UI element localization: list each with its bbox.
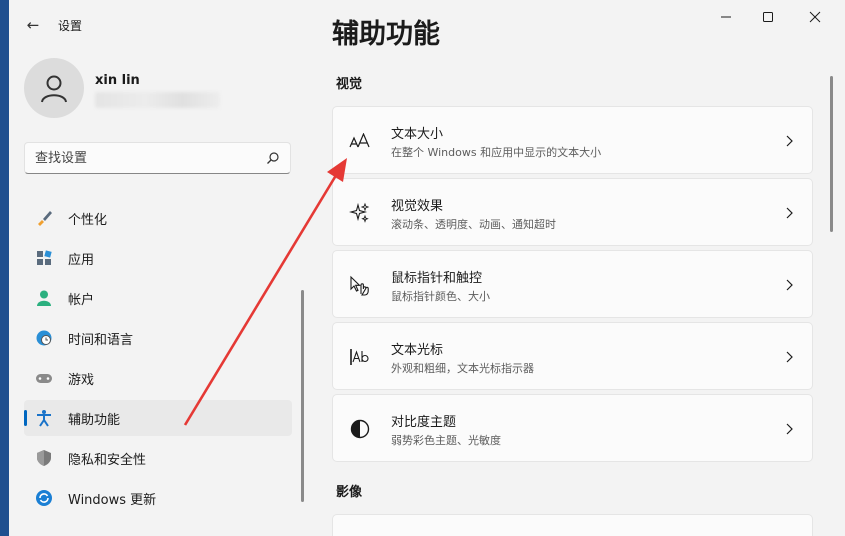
update-icon bbox=[35, 489, 53, 507]
account-icon bbox=[35, 289, 53, 307]
card-title: 视觉效果 bbox=[391, 199, 444, 214]
sidebar-item-gaming[interactable]: 游戏 bbox=[24, 360, 292, 396]
close-button[interactable] bbox=[804, 8, 826, 26]
sidebar-item-label: 个性化 bbox=[68, 212, 108, 228]
back-button[interactable]: ← bbox=[23, 15, 43, 35]
card-visual-effects[interactable]: 视觉效果 滚动条、透明度、动画、通知超时 bbox=[332, 178, 813, 246]
sidebar-scrollbar[interactable] bbox=[301, 290, 304, 502]
search-input[interactable] bbox=[25, 143, 245, 173]
sidebar-item-label: 游戏 bbox=[68, 372, 95, 388]
card-title: 鼠标指针和触控 bbox=[391, 271, 483, 286]
text-size-icon bbox=[349, 130, 371, 152]
apps-icon bbox=[35, 249, 53, 267]
app-title: 设置 bbox=[58, 19, 83, 33]
shield-icon bbox=[35, 449, 53, 467]
chevron-right-icon bbox=[786, 135, 793, 147]
card-description: 滚动条、透明度、动画、通知超时 bbox=[391, 218, 556, 231]
sidebar-item-label: 辅助功能 bbox=[68, 412, 121, 428]
card-mouse-pointer-touch[interactable]: 鼠标指针和触控 鼠标指针颜色、大小 bbox=[332, 250, 813, 318]
text-cursor-icon bbox=[349, 346, 371, 368]
section-label-vision: 视觉 bbox=[336, 77, 363, 92]
card-text-cursor[interactable]: 文本光标 外观和粗细，文本光标指示器 bbox=[332, 322, 813, 390]
minimize-button[interactable] bbox=[715, 8, 737, 26]
page-title: 辅助功能 bbox=[332, 19, 440, 50]
chevron-right-icon bbox=[786, 423, 793, 435]
card-text-size[interactable]: 文本大小 在整个 Windows 和应用中显示的文本大小 bbox=[332, 106, 813, 174]
maximize-icon bbox=[763, 12, 773, 22]
sidebar-item-privacy-security[interactable]: 隐私和安全性 bbox=[24, 440, 292, 476]
user-email-redacted bbox=[95, 92, 220, 108]
pointer-touch-icon bbox=[349, 274, 371, 296]
sidebar-item-label: 帐户 bbox=[68, 292, 95, 308]
chevron-right-icon bbox=[786, 207, 793, 219]
sparkle-icon bbox=[349, 202, 371, 224]
sidebar-item-apps[interactable]: 应用 bbox=[24, 240, 292, 276]
card-partial[interactable] bbox=[332, 514, 813, 536]
arrow-left-icon: ← bbox=[26, 16, 40, 34]
card-description: 外观和粗细，文本光标指示器 bbox=[391, 362, 534, 375]
person-icon bbox=[41, 75, 67, 103]
card-title: 对比度主题 bbox=[391, 415, 457, 430]
sidebar-nav: 个性化 应用 帐户 时间和语言 游戏 辅助功能 隐私和安全性 Windows 更… bbox=[24, 200, 292, 520]
gamepad-icon bbox=[35, 369, 53, 387]
contrast-icon bbox=[349, 418, 371, 440]
sidebar-item-label: Windows 更新 bbox=[68, 492, 157, 508]
user-name: xin lin bbox=[95, 73, 140, 88]
settings-window: ← 设置 xin lin 个性化 bbox=[9, 0, 845, 536]
sidebar-item-personalization[interactable]: 个性化 bbox=[24, 200, 292, 236]
card-title: 文本大小 bbox=[391, 127, 444, 142]
accessibility-icon bbox=[35, 409, 53, 427]
card-description: 在整个 Windows 和应用中显示的文本大小 bbox=[391, 146, 602, 159]
sidebar-item-accounts[interactable]: 帐户 bbox=[24, 280, 292, 316]
globe-clock-icon bbox=[35, 329, 53, 347]
search-box[interactable] bbox=[24, 142, 291, 174]
card-title: 文本光标 bbox=[391, 343, 444, 358]
sidebar-item-windows-update[interactable]: Windows 更新 bbox=[24, 480, 292, 516]
sidebar-item-accessibility[interactable]: 辅助功能 bbox=[24, 400, 292, 436]
brush-icon bbox=[35, 209, 53, 227]
section-label-media: 影像 bbox=[336, 485, 363, 500]
chevron-right-icon bbox=[786, 351, 793, 363]
chevron-right-icon bbox=[786, 279, 793, 291]
sidebar-item-label: 时间和语言 bbox=[68, 332, 134, 348]
search-icon bbox=[267, 152, 279, 164]
card-description: 弱势彩色主题、光敏度 bbox=[391, 434, 501, 447]
sidebar-item-label: 应用 bbox=[68, 252, 95, 268]
minimize-icon bbox=[721, 16, 731, 18]
main-scrollbar[interactable] bbox=[830, 76, 833, 232]
card-description: 鼠标指针颜色、大小 bbox=[391, 290, 490, 303]
card-contrast-themes[interactable]: 对比度主题 弱势彩色主题、光敏度 bbox=[332, 394, 813, 462]
avatar[interactable] bbox=[24, 58, 84, 118]
maximize-button[interactable] bbox=[757, 8, 779, 26]
sidebar-item-time-language[interactable]: 时间和语言 bbox=[24, 320, 292, 356]
close-icon bbox=[809, 11, 821, 23]
sidebar-item-label: 隐私和安全性 bbox=[68, 452, 147, 468]
